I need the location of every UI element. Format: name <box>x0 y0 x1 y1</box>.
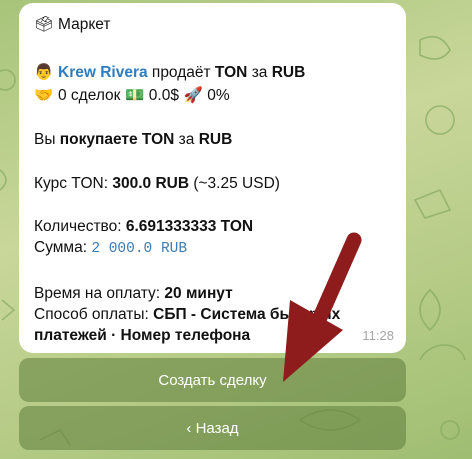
buy-currency: RUB <box>198 131 233 148</box>
message-bubble: 🗳 Маркет 👨 Krew Rivera продаёт TON за RUB … <box>19 3 406 353</box>
deals-count: 0 сделок <box>58 87 121 104</box>
rate-label: Курс TON: <box>34 175 109 192</box>
quantity-value: 6.691333333 TON <box>125 218 254 235</box>
sum-value[interactable]: 2 000.0 RUB <box>91 241 187 257</box>
rate-line: Курс TON: 300.0 RUB (~3.25 USD) <box>34 174 280 194</box>
person-icon: 👨 <box>34 64 54 81</box>
payment-time-label: Время на оплату: <box>34 285 161 302</box>
create-deal-button[interactable]: Создать сделку <box>19 358 406 402</box>
rate-value: 300.0 RUB <box>112 175 190 192</box>
back-button[interactable]: ‹ Назад <box>19 406 406 450</box>
buy-verb: покупаете TON <box>59 131 175 148</box>
buy-prefix: Вы <box>34 131 56 148</box>
seller-asset: TON <box>214 64 248 81</box>
stats-line: 🤝 0 сделок 💵 0.0$ 🚀 0% <box>34 86 230 106</box>
seller-currency: RUB <box>271 64 306 81</box>
market-header: 🗳 Маркет <box>34 15 111 35</box>
deals-amount: 0.0$ <box>148 87 179 104</box>
payment-time-line: Время на оплату: 20 минут <box>34 284 233 304</box>
payment-method-value: СБП - Система быстрых <box>153 306 341 323</box>
market-title: Маркет <box>58 16 111 33</box>
payment-method-line: Способ оплаты: СБП - Система быстрых <box>34 305 340 325</box>
quantity-line: Количество: 6.691333333 TON <box>34 217 253 237</box>
quantity-label: Количество: <box>34 218 122 235</box>
seller-verb: продаёт <box>151 64 211 81</box>
rocket-icon: 🚀 <box>183 87 203 104</box>
sum-line: Сумма: 2 000.0 RUB <box>34 238 187 259</box>
seller-line: 👨 Krew Rivera продаёт TON за RUB <box>34 63 305 83</box>
success-percent: 0% <box>207 87 230 104</box>
payment-time-value: 20 минут <box>164 285 233 302</box>
seller-name-link[interactable]: Krew Rivera <box>58 64 148 81</box>
buy-conjunction: за <box>178 131 195 148</box>
payment-method-line-2: платежей · Номер телефона <box>34 327 251 344</box>
message-time: 11:28 <box>362 328 394 343</box>
buy-line: Вы покупаете TON за RUB <box>34 130 232 150</box>
seller-conjunction: за <box>251 64 268 81</box>
money-icon: 💵 <box>125 87 145 104</box>
handshake-icon: 🤝 <box>34 87 54 104</box>
sum-label: Сумма: <box>34 239 88 256</box>
ballot-box-icon: 🗳 <box>34 16 54 33</box>
rate-extra: (~3.25 USD) <box>193 175 280 192</box>
payment-method-label: Способ оплаты: <box>34 306 149 323</box>
